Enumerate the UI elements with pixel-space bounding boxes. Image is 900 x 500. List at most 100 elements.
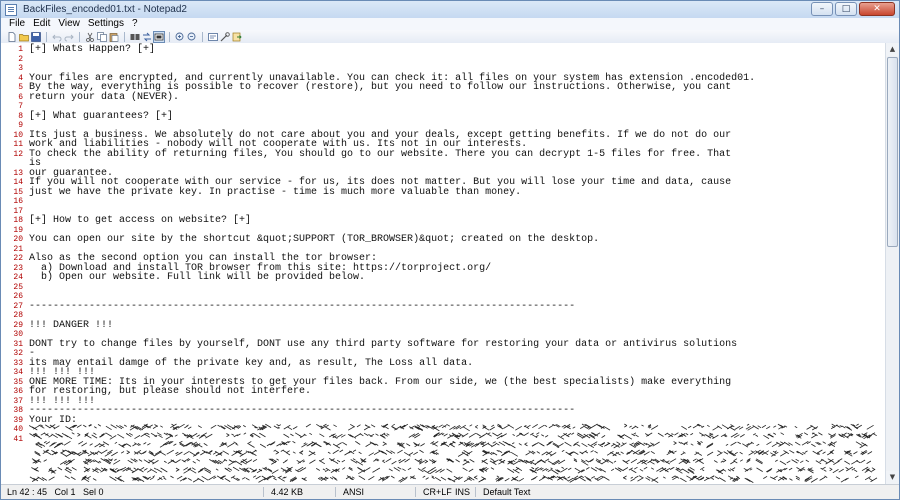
line-number: 28 bbox=[13, 311, 23, 320]
line-number: 38 bbox=[13, 406, 23, 415]
line-number: 2 bbox=[18, 54, 23, 64]
scroll-up-arrow-icon[interactable]: ▲ bbox=[886, 43, 899, 56]
line-number: 27 bbox=[13, 301, 23, 311]
editor-line[interactable]: 31 DONT try to change files by yourself, … bbox=[1, 338, 885, 350]
notepad-app-icon[interactable] bbox=[5, 3, 17, 16]
editor-line[interactable]: 33 its may entail damge of the private ke… bbox=[1, 358, 885, 369]
status-separator bbox=[475, 487, 476, 497]
notepad-window: BackFiles_encoded01.txt - Notepad2 – □ ✕… bbox=[0, 0, 900, 500]
status-separator bbox=[263, 487, 264, 497]
menu-view[interactable]: View bbox=[54, 18, 84, 30]
maximize-button[interactable]: □ bbox=[835, 2, 857, 16]
editor-line[interactable]: 27 --------------------------------------… bbox=[1, 300, 885, 312]
cut-icon[interactable] bbox=[85, 32, 95, 42]
line-number: 4 bbox=[18, 73, 23, 83]
line-number: 26 bbox=[13, 292, 23, 301]
editor-line[interactable]: 28 bbox=[1, 311, 885, 321]
line-number: 32 bbox=[13, 349, 23, 358]
line-number: 22 bbox=[13, 254, 23, 263]
menu-edit[interactable]: Edit bbox=[29, 18, 54, 30]
line-number: 30 bbox=[13, 330, 23, 339]
line-number: 8 bbox=[18, 111, 23, 121]
settings-icon[interactable] bbox=[220, 31, 230, 42]
close-button[interactable]: ✕ bbox=[859, 2, 895, 16]
exit-icon[interactable] bbox=[232, 32, 242, 42]
word-wrap-icon[interactable] bbox=[153, 30, 165, 43]
line-text: ----------------------------------------… bbox=[29, 300, 576, 312]
window-title: BackFiles_encoded01.txt - Notepad2 bbox=[23, 4, 187, 15]
open-icon[interactable] bbox=[19, 32, 29, 42]
zoom-in-icon[interactable] bbox=[175, 32, 185, 42]
line-number: 36 bbox=[13, 387, 23, 396]
editor-line[interactable]: 29 !!! DANGER !!! bbox=[1, 320, 885, 331]
editor-line[interactable]: 16 bbox=[1, 197, 885, 207]
line-number: 21 bbox=[13, 244, 23, 254]
redo-icon[interactable] bbox=[64, 32, 74, 42]
line-number: 34 bbox=[13, 368, 23, 377]
editor-line[interactable]: 18 [+] How to get access on website? [+] bbox=[1, 216, 885, 226]
encrypted-id-block bbox=[29, 423, 878, 484]
line-number: 10 bbox=[13, 130, 23, 140]
line-number: 1 bbox=[18, 45, 23, 54]
line-number: 14 bbox=[13, 178, 23, 187]
save-icon[interactable] bbox=[31, 31, 41, 42]
line-number: 29 bbox=[13, 320, 23, 330]
text-editor[interactable]: 1 [+] Whats Happen? [+] 2 3 4 Your files are … bbox=[1, 43, 885, 484]
line-text: return your data (NEVER). bbox=[29, 91, 180, 103]
editor-line[interactable]: 8 [+] What guarantees? [+] bbox=[1, 110, 885, 122]
scheme-icon[interactable] bbox=[208, 32, 218, 42]
undo-icon[interactable] bbox=[52, 32, 62, 42]
editor-line[interactable]: 2 bbox=[1, 55, 885, 65]
paste-icon[interactable] bbox=[109, 32, 119, 42]
menu-file[interactable]: File bbox=[1, 18, 29, 30]
copy-icon[interactable] bbox=[97, 31, 107, 42]
scroll-down-arrow-icon[interactable]: ▼ bbox=[886, 471, 899, 484]
line-number: 13 bbox=[13, 168, 23, 178]
line-number: 15 bbox=[13, 187, 23, 197]
line-number: 19 bbox=[13, 225, 23, 235]
find-icon[interactable] bbox=[130, 32, 140, 42]
editor-line[interactable]: 12 To check the ability of returning file… bbox=[1, 149, 885, 160]
status-encoding: ANSI bbox=[343, 487, 365, 497]
line-number: 18 bbox=[13, 216, 23, 225]
status-scheme: Default Text bbox=[483, 487, 531, 497]
editor-line[interactable]: 1 [+] Whats Happen? [+] bbox=[1, 45, 885, 55]
editor-line[interactable]: 15 just we have the private key. In pract… bbox=[1, 186, 885, 198]
line-text: [+] What guarantees? [+] bbox=[29, 110, 174, 122]
menu-settings[interactable]: Settings bbox=[84, 18, 128, 30]
title-bar[interactable]: BackFiles_encoded01.txt - Notepad2 – □ ✕ bbox=[1, 1, 899, 18]
line-number: 16 bbox=[13, 197, 23, 206]
editor-line[interactable]: 25 bbox=[1, 283, 885, 293]
status-separator bbox=[415, 487, 416, 497]
line-number: 23 bbox=[13, 263, 23, 273]
line-number: 25 bbox=[13, 282, 23, 292]
toolbar-separator bbox=[79, 31, 80, 42]
editor-line[interactable]: 20 You can open our site by the shortcut … bbox=[1, 235, 885, 245]
minimize-button[interactable]: – bbox=[811, 2, 833, 16]
line-number: 37 bbox=[13, 396, 23, 406]
vertical-scrollbar[interactable]: ▲ ▼ bbox=[885, 43, 899, 484]
toolbar-separator bbox=[46, 31, 47, 42]
menu-bar: File Edit View Settings ? bbox=[1, 18, 899, 30]
line-number: 35 bbox=[13, 377, 23, 387]
scrollbar-thumb[interactable] bbox=[887, 57, 898, 247]
line-number: 24 bbox=[13, 273, 23, 282]
toolbar-separator bbox=[169, 31, 170, 42]
toolbar-separator bbox=[202, 31, 203, 42]
new-icon[interactable] bbox=[7, 31, 17, 42]
editor-line[interactable]: 6 return your data (NEVER). bbox=[1, 91, 885, 103]
line-text: just we have the private key. In practis… bbox=[29, 186, 522, 198]
line-text: DONT try to change files by yourself, DO… bbox=[29, 338, 738, 350]
line-number: 33 bbox=[13, 358, 23, 368]
line-number: 7 bbox=[18, 102, 23, 111]
editor-line[interactable]: is bbox=[1, 159, 885, 169]
editor-line[interactable]: 24 b) Open our website. Full link will b… bbox=[1, 273, 885, 283]
menu-help[interactable]: ? bbox=[128, 18, 142, 30]
line-number: 17 bbox=[13, 206, 23, 216]
editor-line[interactable]: 38 --------------------------------------… bbox=[1, 406, 885, 416]
replace-icon[interactable] bbox=[142, 32, 152, 42]
status-file-size: 4.42 KB bbox=[271, 487, 304, 497]
editor-line[interactable]: 36 for restoring, but please should not i… bbox=[1, 387, 885, 397]
zoom-out-icon[interactable] bbox=[187, 32, 197, 42]
window-controls: – □ ✕ bbox=[811, 2, 895, 16]
